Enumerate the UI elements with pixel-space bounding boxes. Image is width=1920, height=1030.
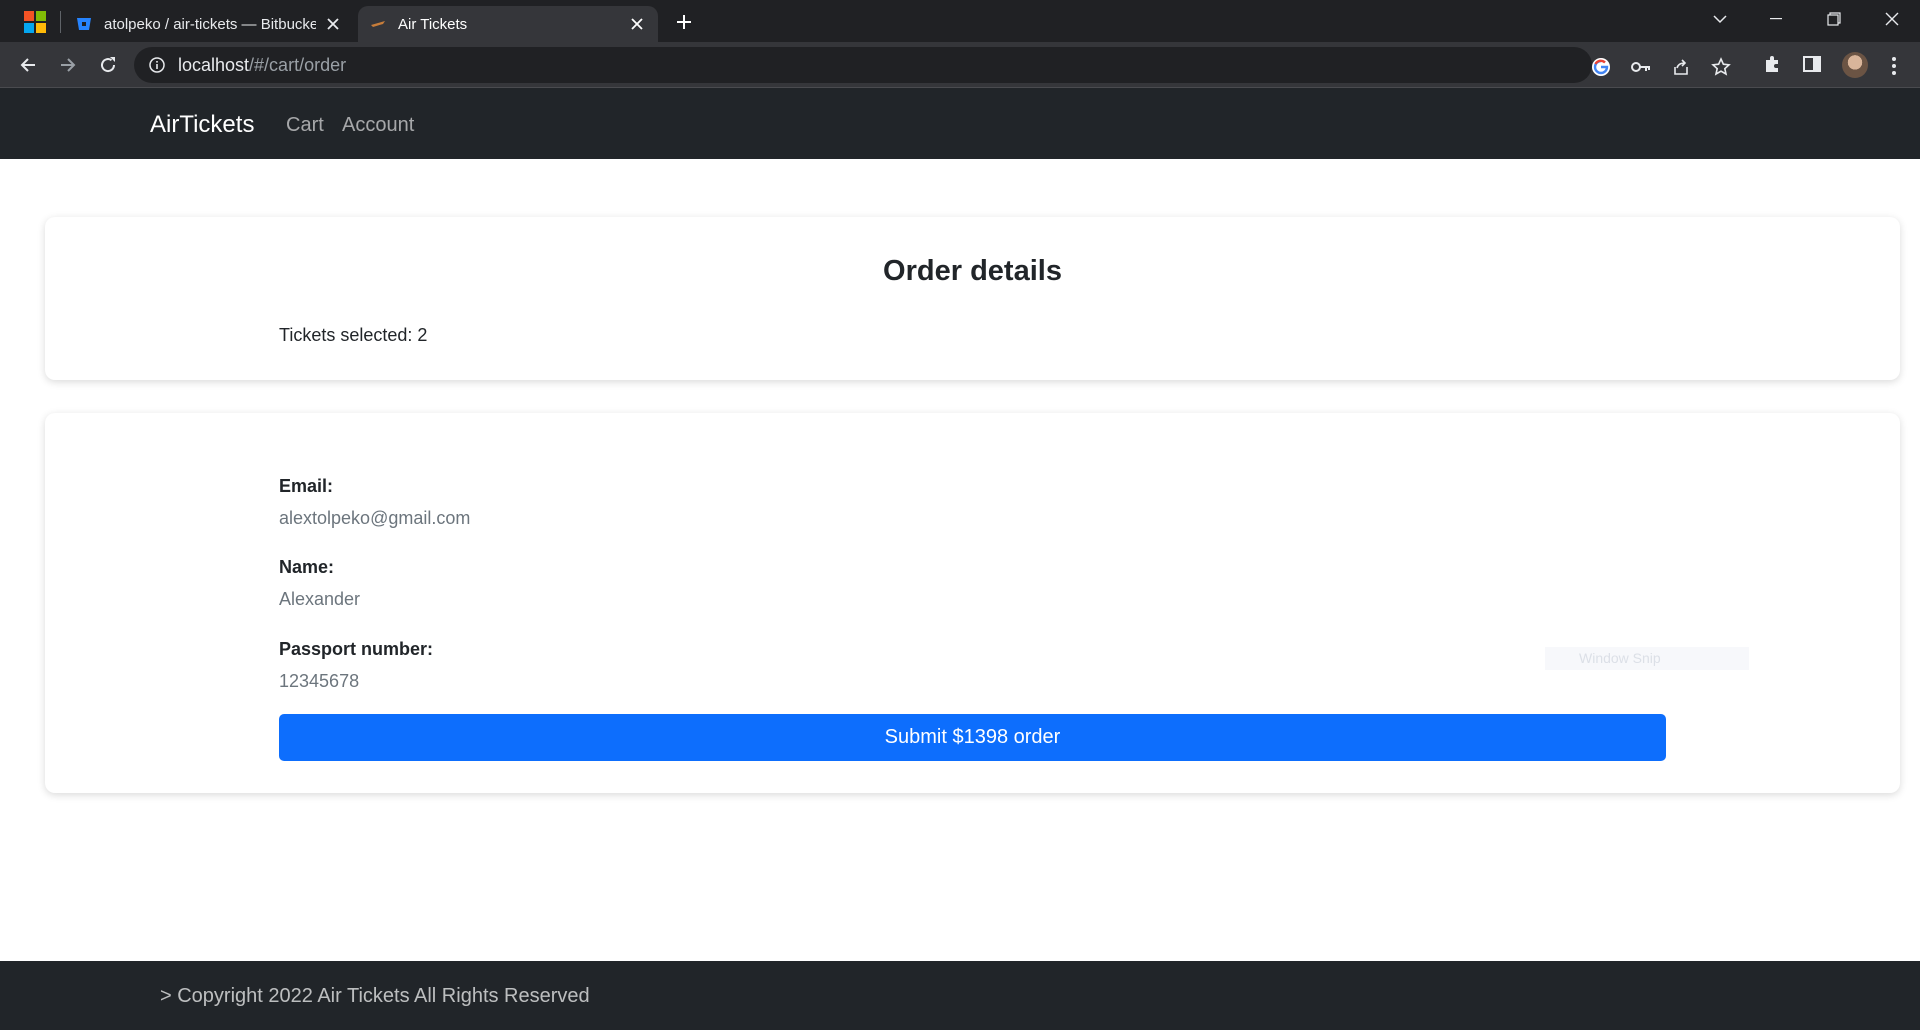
menu-kebab-icon[interactable] [1882,54,1906,78]
tab-separator [60,11,61,33]
site-navbar: AirTickets Cart Account [0,88,1920,159]
name-value: Alexander [279,589,361,609]
submit-order-button[interactable]: Submit $1398 order [279,714,1666,761]
passport-value: 12345678 [279,671,360,691]
url-text: localhost/#/cart/order [178,55,346,76]
page-title: Order details [883,255,1062,287]
share-icon[interactable] [1670,56,1692,78]
extensions-icon[interactable] [1760,52,1784,76]
tab-title: Air Tickets [398,15,468,33]
browser-tab-bar: atolpeko / air-tickets — Bitbucket Air T… [0,0,1920,42]
email-value: alextolpeko@gmail.com [279,508,471,528]
nav-link-account[interactable]: Account [342,114,414,137]
profile-avatar[interactable] [1842,52,1868,78]
windows-logo-icon[interactable] [24,11,46,33]
nav-link-cart[interactable]: Cart [286,114,324,137]
url-path: /#/cart/order [249,54,347,75]
air-tickets-favicon-icon [371,21,385,27]
tickets-selected-text: Tickets selected: 2 [279,325,428,345]
google-icon[interactable] [1590,56,1612,78]
back-icon[interactable] [14,51,42,79]
browser-toolbar: localhost/#/cart/order [0,42,1920,88]
brand-link[interactable]: AirTickets [150,111,254,139]
address-bar[interactable]: localhost/#/cart/order [134,47,1731,83]
bookmark-star-icon[interactable] [1710,56,1732,78]
forward-icon[interactable] [54,51,82,79]
new-tab-icon[interactable] [672,10,696,34]
reload-icon[interactable] [94,51,122,79]
bitbucket-icon [77,18,91,30]
tab-title: atolpeko / air-tickets — Bitbucket [104,15,316,33]
email-label: Email: [279,476,334,496]
close-tab-icon[interactable] [324,15,342,33]
minimize-icon[interactable] [1750,0,1802,38]
name-label: Name: [279,557,335,577]
copyright-text: > Copyright 2022 Air Tickets All Rights … [160,985,590,1007]
side-panel-icon[interactable] [1800,52,1824,76]
tab-air-tickets[interactable]: Air Tickets [358,6,658,42]
url-host: localhost [178,54,250,75]
site-footer: > Copyright 2022 Air Tickets All Rights … [0,961,1920,1030]
tab-search-chevron-icon[interactable] [1694,0,1746,38]
key-icon[interactable] [1630,56,1652,78]
order-details-card: Order details Tickets selected: 2 [45,217,1900,380]
window-snip-overlay: Window Snip [1545,647,1749,670]
close-tab-icon[interactable] [628,15,646,33]
passport-label: Passport number: [279,639,434,659]
site-info-icon[interactable] [148,56,166,74]
tab-bitbucket[interactable]: atolpeko / air-tickets — Bitbucket [64,6,354,42]
restore-icon[interactable] [1808,0,1860,38]
customer-info-card: Email: alextolpeko@gmail.com Name: Alexa… [45,413,1900,793]
close-window-icon[interactable] [1866,0,1918,38]
